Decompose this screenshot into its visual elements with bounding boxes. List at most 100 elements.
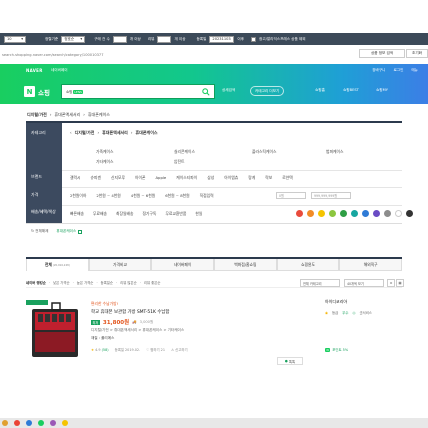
cart-link[interactable]: 장바구니 (372, 68, 385, 73)
list-view-icon[interactable]: ≡ (387, 279, 395, 287)
sort-option[interactable]: 등록일순 (101, 280, 113, 285)
brand-item[interactable]: 랑게 (248, 175, 255, 181)
tab-window[interactable]: 쇼핑윈도 (276, 259, 340, 271)
app-icon[interactable] (62, 420, 68, 426)
product-image[interactable] (26, 300, 83, 363)
applied-tag[interactable]: 휴대폰케이스 (56, 229, 83, 234)
subcategory-item[interactable]: 기타케이스 (96, 159, 113, 165)
sort-option[interactable]: 네이버 랭킹순 (26, 280, 46, 285)
review-count[interactable]: (58) (102, 348, 109, 352)
app-icon[interactable] (26, 420, 32, 426)
count-select[interactable]: 10 ▾ (4, 35, 26, 43)
reset-all-link[interactable]: ↻ 전체해제 (31, 229, 48, 234)
color-swatch[interactable] (296, 210, 303, 217)
shopping-logo[interactable]: N 쇼핑 (24, 86, 50, 97)
brand-item[interactable]: Apple (155, 175, 166, 181)
tab-all[interactable]: 전체 (20,916,248) (26, 259, 89, 271)
breadcrumb-item[interactable]: 디지털/가전 (27, 112, 47, 118)
talk-button[interactable]: ● 톡톡 (277, 357, 303, 365)
benefit-item[interactable]: 최장일배송 (116, 211, 133, 217)
subcategory-item[interactable]: 압전트 (174, 159, 184, 165)
sort-option[interactable]: 리뷰 좋은순 (144, 280, 161, 285)
view-count-select[interactable]: 40개씩 보기 (344, 279, 384, 287)
subcategory-item[interactable]: 플라스틱케이스 (252, 149, 276, 155)
app-icon[interactable] (38, 420, 44, 426)
brand-item[interactable]: 케이스티파이 (176, 175, 197, 181)
price-item[interactable]: 4천원 ~ 6천원 (131, 193, 155, 199)
benefit-item[interactable]: 무료교환반품 (165, 211, 186, 217)
sort-option[interactable]: 낮은 가격순 (53, 280, 70, 285)
chrome-icon[interactable] (14, 420, 20, 426)
color-swatch[interactable] (395, 210, 402, 217)
tab-naverpay[interactable]: 네이버페이 (151, 259, 215, 271)
brand-item[interactable]: 아이폰 (135, 175, 145, 181)
product-category-path[interactable]: 디지털/가전 > 휴대폰액세서리 > 휴대폰케이스 > 기타케이스 (91, 328, 291, 333)
menu-shopping-home[interactable]: 쇼핑홈 (315, 88, 325, 93)
price-item[interactable]: 6천원 ~ 8천원 (165, 193, 189, 199)
search-product-button[interactable]: 상품 정보 검색 (359, 49, 405, 58)
price-item[interactable]: 직접입력 (200, 193, 214, 199)
category-path-item[interactable]: 휴대폰케이스 (135, 130, 157, 136)
menu-shopping-best[interactable]: 쇼핑BEST (343, 88, 359, 93)
menu-link[interactable]: 메뉴 (411, 68, 418, 73)
close-icon[interactable] (78, 229, 83, 234)
color-swatch[interactable] (340, 210, 347, 217)
tab-department[interactable]: 백화점/홈쇼핑 (214, 259, 277, 271)
color-swatch[interactable] (406, 210, 413, 217)
report-button[interactable]: ⚠ 신고하기 (171, 347, 188, 352)
app-icon[interactable] (50, 420, 56, 426)
tab-price-compare[interactable]: 가격비교 (88, 259, 152, 271)
subcategory-item[interactable]: 실리콘케이스 (174, 149, 195, 155)
price-max-input[interactable]: 999,999,999원 (311, 192, 351, 199)
brand-item[interactable]: 로얀택 (282, 175, 292, 181)
category-path-item[interactable]: 휴대폰액세서리 (102, 130, 128, 136)
color-swatch[interactable] (307, 210, 314, 217)
benefit-item[interactable]: 정기구독 (142, 211, 156, 217)
color-swatch[interactable] (329, 210, 336, 217)
category-path-item[interactable]: 디지털/가전 (75, 130, 95, 136)
color-swatch[interactable] (373, 210, 380, 217)
benefit-item[interactable]: 한일 (195, 211, 202, 217)
sort-option[interactable]: 리뷰 많은순 (120, 280, 137, 285)
product-price[interactable]: 31,800원 (103, 318, 129, 326)
sort-select[interactable]: 정호순 ▾ (61, 35, 86, 43)
reg-date-input[interactable]: 20231103 (209, 35, 235, 43)
chevron-left-icon[interactable]: ‹ (70, 130, 72, 136)
color-swatch[interactable] (318, 210, 325, 217)
color-swatch[interactable] (362, 210, 369, 217)
price-min-input[interactable]: 0원 (276, 192, 306, 199)
brand-item[interactable]: 락보 (265, 175, 272, 181)
naver-logo[interactable]: NAVER (26, 68, 43, 73)
review-input[interactable] (157, 35, 172, 43)
grid-view-icon[interactable]: ▦ (396, 279, 404, 287)
ad-exclude-checkbox[interactable] (251, 36, 257, 42)
brand-item[interactable]: 삼성 (207, 175, 214, 181)
reset-button[interactable]: 초기화 (406, 49, 428, 58)
login-link[interactable]: 로그인 (393, 68, 403, 73)
price-item[interactable]: 2천원 ~ 4천원 (96, 193, 120, 199)
search-input[interactable]: 쇼핑 LENS (61, 84, 215, 99)
tab-overseas[interactable]: 해외직구 (339, 259, 403, 271)
brand-item[interactable]: 슈피겐 (90, 175, 100, 181)
wish-button[interactable]: ♡ 찜하기 21 (146, 347, 165, 352)
seller-name[interactable]: 아이디코리아 (325, 299, 401, 305)
breadcrumb-item[interactable]: 휴대폰액세서리 (54, 112, 80, 118)
brand-item[interactable]: 아이엠츄 (224, 175, 238, 181)
search-icon[interactable] (202, 88, 210, 96)
subcategory-item[interactable]: 범퍼케이스 (326, 149, 343, 155)
product-title[interactable]: 학교 휴대폰 보관함 가방 SMT-51K 수납함 (91, 309, 291, 315)
category-select[interactable]: 전체 카테고리 (300, 279, 340, 287)
price-item[interactable]: 2천원이하 (70, 193, 86, 199)
folder-icon[interactable] (2, 420, 8, 426)
category-more-button[interactable]: 카테고리 더보기 (250, 86, 285, 96)
benefit-item[interactable]: 빠른배송 (70, 211, 84, 217)
breadcrumb-item[interactable]: 휴대폰케이스 (88, 112, 110, 118)
service-link[interactable]: 네이버페이 (51, 68, 68, 73)
menu-shopping-my[interactable]: 쇼핑MY (376, 88, 388, 93)
subcategory-item[interactable]: 가죽케이스 (96, 149, 113, 155)
brand-item[interactable]: 갤럭시 (70, 175, 80, 181)
sort-option[interactable]: 높은 가격순 (77, 280, 94, 285)
detail-search-link[interactable]: 상세검색 (222, 88, 235, 93)
color-swatch[interactable] (384, 210, 391, 217)
color-swatch[interactable] (351, 210, 358, 217)
